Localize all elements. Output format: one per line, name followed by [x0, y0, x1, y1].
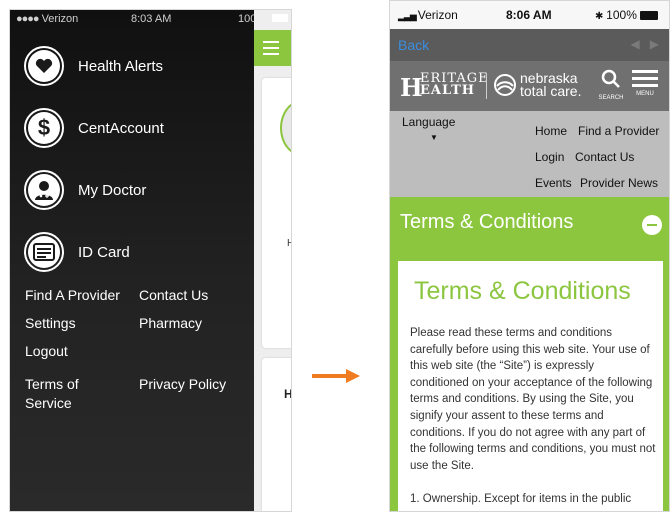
terms-ownership-text: 1. Ownership. Except for items in the pu… [410, 493, 632, 505]
link-settings[interactable]: Settings [25, 314, 76, 333]
menu-item-id-card[interactable]: ID Card [24, 230, 130, 274]
id-card-icon [28, 236, 60, 268]
app-header-bar [254, 30, 291, 66]
dollar-icon: $ [28, 112, 60, 144]
status-carrier: ▂▃▅ Verizon [398, 8, 458, 22]
nebraska-total-care-logo[interactable]: nebraska total care. [520, 71, 581, 98]
nav-arrows-icon[interactable]: ◀ ▶ [631, 37, 659, 51]
page-heading: Terms & Conditions [414, 277, 631, 305]
nav-login[interactable]: Login [535, 150, 564, 164]
menu-item-centaccount[interactable]: $ CentAccount [24, 106, 164, 150]
back-button[interactable]: Back [398, 37, 429, 53]
home-card [262, 358, 291, 511]
link-find-a-provider[interactable]: Find A Provider [25, 286, 120, 305]
nebraska-total-care-icon [494, 74, 516, 96]
link-privacy-policy[interactable]: Privacy Policy [139, 375, 226, 394]
menu-label: My Doctor [78, 181, 147, 199]
search-label: SEARCH [598, 95, 624, 101]
search-icon [601, 69, 620, 88]
background-app-peek: H He [254, 10, 292, 511]
heritage-health-logo-text: ERITAGE EALTH [420, 71, 489, 98]
battery-icon [639, 11, 658, 20]
section-header[interactable]: Terms & Conditions [390, 197, 669, 253]
status-bar: ▂▃▅ Verizon 8:06 AM ✱ 100% [390, 1, 669, 29]
side-menu: ●●●● Verizon 8:03 AM 100% Health Alerts $… [10, 10, 266, 511]
site-nav: Language ▼ Home Find a Provider Login Co… [390, 111, 669, 197]
link-pharmacy[interactable]: Pharmacy [139, 314, 202, 333]
nav-home[interactable]: Home [535, 124, 567, 138]
battery-icon [272, 14, 288, 22]
chevron-down-icon: ▼ [430, 133, 438, 142]
menu-label: Health Alerts [78, 57, 164, 75]
collapse-icon[interactable] [642, 215, 662, 235]
transition-arrow-icon [312, 369, 360, 383]
nav-find-a-provider[interactable]: Find a Provider [578, 124, 659, 138]
menu-label: CentAccount [78, 119, 164, 137]
search-button[interactable]: SEARCH [596, 69, 626, 101]
link-contact-us[interactable]: Contact Us [139, 286, 208, 305]
menu-label: ID Card [78, 243, 130, 261]
status-bar: ●●●● Verizon 8:03 AM 100% [10, 10, 291, 28]
left-phone-screenshot: ●●●● Verizon 8:03 AM 100% Health Alerts $… [9, 9, 292, 512]
link-terms-of-service[interactable]: Terms of Service [25, 375, 79, 413]
status-time: 8:03 AM [131, 13, 172, 25]
doctor-icon [28, 174, 60, 206]
language-dropdown[interactable]: Language [402, 115, 455, 129]
nav-provider-news[interactable]: Provider News [580, 176, 658, 190]
section-title: Terms & Conditions [400, 211, 574, 233]
right-phone-screenshot: ▂▃▅ Verizon 8:06 AM ✱ 100% Back ◀ ▶ H ERI… [389, 0, 670, 512]
menu-item-my-doctor[interactable]: My Doctor [24, 168, 146, 212]
site-header: H ERITAGE EALTH nebraska total care. SEA… [390, 61, 669, 111]
heart-icon [28, 50, 60, 82]
status-battery: ✱ 100% [595, 8, 658, 22]
terms-line-2: Service [25, 395, 72, 411]
terms-line-1: Terms of [25, 376, 79, 392]
menu-label: MENU [636, 91, 654, 97]
status-carrier: ●●●● Verizon [16, 13, 79, 25]
content-area: Terms & Conditions Please read these ter… [390, 253, 669, 511]
nav-contact-us[interactable]: Contact Us [575, 150, 634, 164]
card-text-fragment: He [284, 387, 292, 401]
terms-body-text: Please read these terms and conditions c… [410, 327, 656, 472]
nav-events[interactable]: Events [535, 176, 572, 190]
link-logout[interactable]: Logout [25, 342, 68, 361]
status-time: 8:06 AM [506, 8, 552, 22]
hamburger-icon[interactable] [263, 41, 279, 59]
menu-icon [628, 70, 662, 87]
browser-back-bar: Back ◀ ▶ [390, 29, 669, 61]
menu-item-health-alerts[interactable]: Health Alerts [24, 44, 163, 88]
card-text-fragment: H [287, 238, 291, 249]
logo-divider [486, 73, 487, 99]
content-card: Terms & Conditions Please read these ter… [398, 261, 663, 511]
menu-button[interactable]: MENU [628, 70, 662, 97]
